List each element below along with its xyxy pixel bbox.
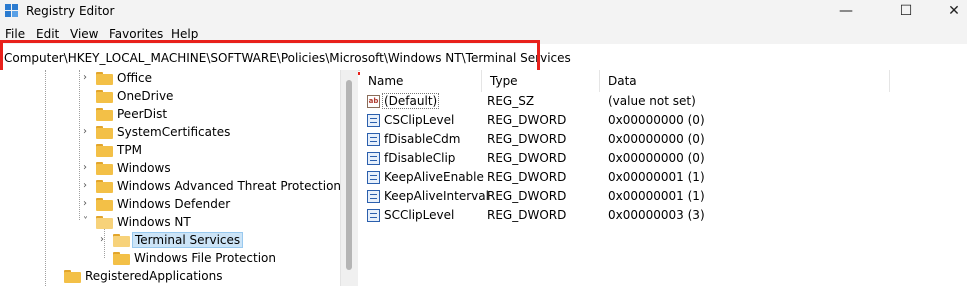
expand-chevron-icon[interactable]: › (83, 162, 87, 173)
binary-value-icon (367, 209, 380, 222)
folder-icon (96, 144, 113, 157)
scrollbar-thumb[interactable] (346, 80, 352, 270)
value-name: fDisableCdm (384, 132, 461, 146)
value-row[interactable]: SCClipLevel REG_DWORD 0x00000003 (3) (360, 207, 967, 225)
open-folder-icon (113, 234, 130, 247)
value-type: REG_DWORD (487, 189, 567, 203)
column-header-name[interactable]: Name (360, 70, 482, 92)
binary-value-icon (367, 190, 380, 203)
tree-scrollbar[interactable] (340, 70, 358, 286)
folder-icon (96, 180, 113, 193)
menu-view[interactable]: View (70, 27, 98, 41)
value-type: REG_SZ (487, 94, 535, 108)
value-data: 0x00000003 (3) (608, 208, 705, 222)
menu-edit[interactable]: Edit (36, 27, 59, 41)
values-list[interactable]: Name Type Data ab (Default) REG_SZ (valu… (360, 70, 967, 286)
collapse-chevron-icon[interactable]: ˅ (83, 216, 88, 227)
tree-guide-line (79, 70, 80, 220)
expand-chevron-icon[interactable]: › (83, 72, 87, 83)
tree-guide-line (45, 70, 46, 286)
string-value-icon: ab (367, 95, 380, 108)
value-data: 0x00000000 (0) (608, 113, 705, 127)
value-row[interactable]: ab (Default) REG_SZ (value not set) (360, 93, 967, 111)
tree-guide-line (104, 228, 105, 258)
value-name: KeepAliveInterval (384, 189, 489, 203)
registry-editor-icon (5, 4, 19, 18)
value-data: 0x00000000 (0) (608, 132, 705, 146)
binary-value-icon (367, 114, 380, 127)
value-name: SCClipLevel (384, 208, 455, 222)
binary-value-icon (367, 152, 380, 165)
column-header-data[interactable]: Data (600, 70, 890, 92)
window-title: Registry Editor (26, 4, 115, 18)
value-data: 0x00000001 (1) (608, 189, 705, 203)
title-bar: Registry Editor — ☐ ✕ (0, 0, 967, 24)
menu-file[interactable]: File (5, 27, 25, 41)
value-data: 0x00000000 (0) (608, 151, 705, 165)
expand-chevron-icon[interactable]: › (83, 198, 87, 209)
value-type: REG_DWORD (487, 208, 567, 222)
value-row[interactable]: fDisableClip REG_DWORD 0x00000000 (0) (360, 150, 967, 168)
open-folder-icon (96, 216, 113, 229)
expand-chevron-icon[interactable]: › (100, 234, 104, 245)
value-row[interactable]: KeepAliveEnable REG_DWORD 0x00000001 (1) (360, 169, 967, 187)
folder-icon (96, 90, 113, 103)
maximize-button[interactable]: ☐ (883, 0, 929, 24)
column-header-type[interactable]: Type (482, 70, 600, 92)
expand-chevron-icon[interactable]: › (83, 180, 87, 191)
value-type: REG_DWORD (487, 151, 567, 165)
value-row[interactable]: KeepAliveInterval REG_DWORD 0x00000001 (… (360, 188, 967, 206)
value-row[interactable]: fDisableCdm REG_DWORD 0x00000000 (0) (360, 131, 967, 149)
minimize-button[interactable]: — (823, 0, 869, 24)
folder-icon (96, 198, 113, 211)
binary-value-icon (367, 133, 380, 146)
close-button[interactable]: ✕ (931, 0, 967, 24)
folder-icon (96, 162, 113, 175)
value-name: KeepAliveEnable (384, 170, 484, 184)
expand-chevron-icon[interactable]: › (83, 126, 87, 137)
value-data: 0x00000001 (1) (608, 170, 705, 184)
key-tree[interactable]: › Office OneDrive PeerDist › SystemCerti… (0, 70, 340, 286)
folder-icon (64, 270, 81, 283)
folder-icon (96, 126, 113, 139)
binary-value-icon (367, 171, 380, 184)
value-name: (Default) (382, 93, 440, 109)
value-type: REG_DWORD (487, 170, 567, 184)
menu-favorites[interactable]: Favorites (109, 27, 163, 41)
value-name: CSClipLevel (384, 113, 455, 127)
menu-help[interactable]: Help (171, 27, 198, 41)
folder-icon (96, 72, 113, 85)
folder-icon (96, 108, 113, 121)
folder-icon (113, 252, 130, 265)
value-type: REG_DWORD (487, 132, 567, 146)
value-type: REG_DWORD (487, 113, 567, 127)
value-name: fDisableClip (384, 151, 456, 165)
value-row[interactable]: CSClipLevel REG_DWORD 0x00000000 (0) (360, 112, 967, 130)
value-data: (value not set) (608, 94, 696, 108)
